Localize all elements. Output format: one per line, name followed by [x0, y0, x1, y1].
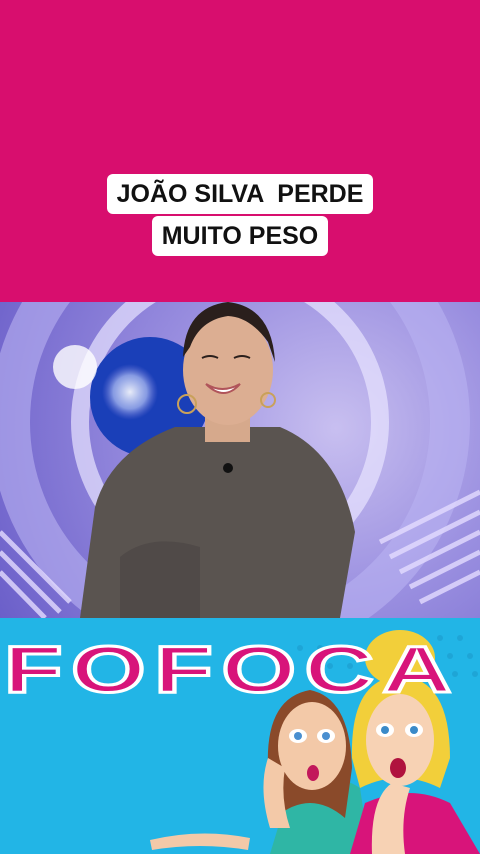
caption-line-2: MUITO PESO	[0, 216, 480, 256]
caption-text-1: JOÃO SILVA PERDE	[106, 174, 374, 214]
cartoon-woman-brunette	[150, 690, 370, 854]
caption-panel: JOÃO SILVA PERDE MUITO PESO	[0, 0, 480, 302]
fofoca-banner: FOFOCA	[0, 618, 480, 854]
caption-line-1: JOÃO SILVA PERDE	[0, 174, 480, 214]
fofoca-title: FOFOCA	[2, 632, 461, 706]
video-scene	[0, 302, 480, 618]
caption-text-2: MUITO PESO	[151, 216, 329, 256]
video-frame[interactable]	[0, 302, 480, 618]
